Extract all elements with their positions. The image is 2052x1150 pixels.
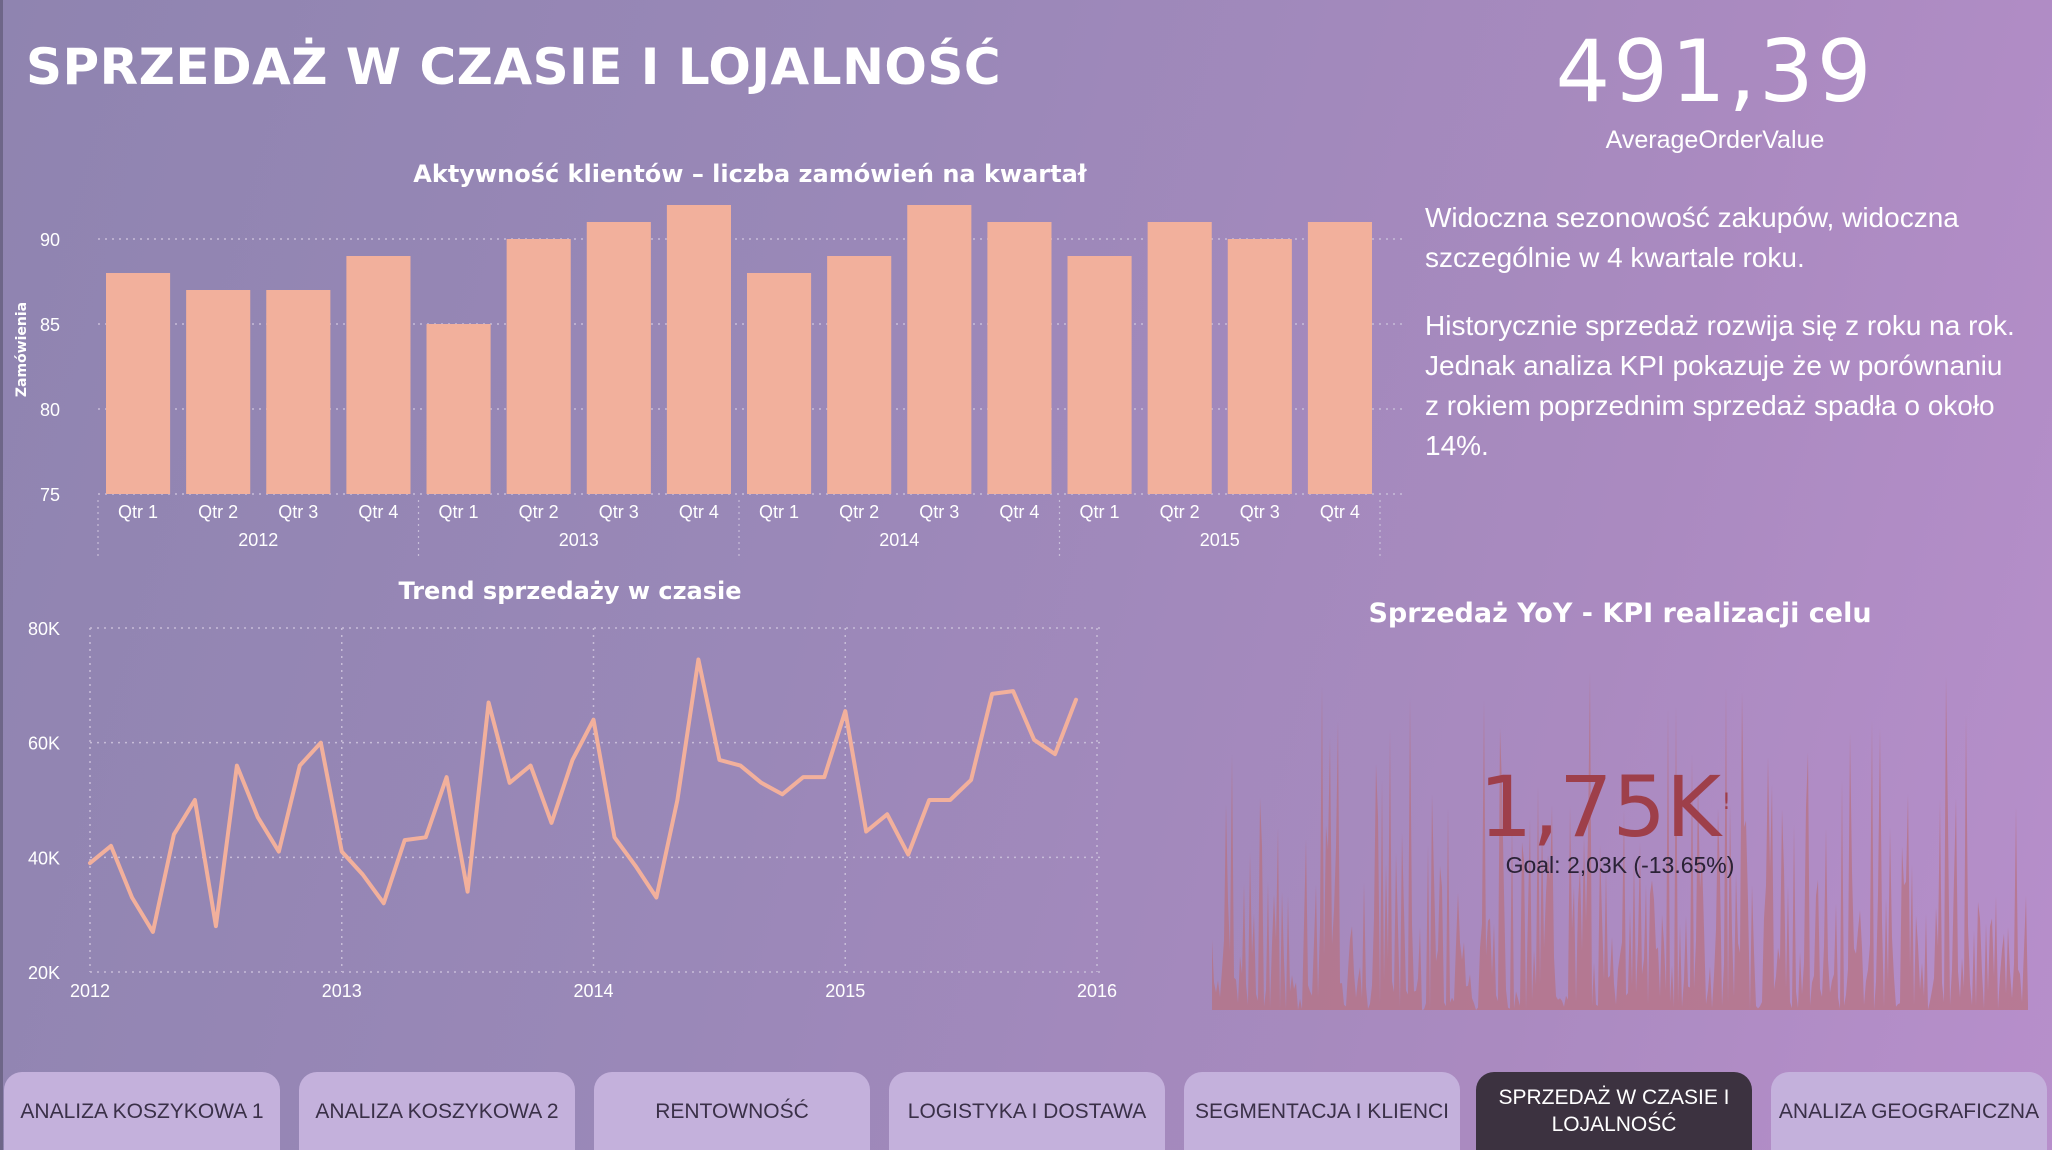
kpi-goal-text: Goal: 2,03K (-13.65%) bbox=[1505, 852, 1735, 878]
nav-analiza-koszykowa-1[interactable]: ANALIZA KOSZYKOWA 1 bbox=[4, 1072, 280, 1150]
kpi-goal-value: 1,75K bbox=[1478, 758, 1722, 856]
nav-logistyka-i-dostawa[interactable]: LOGISTYKA I DOSTAWA bbox=[889, 1072, 1165, 1150]
kpi-trend-area bbox=[1212, 672, 2028, 1010]
nav-rentownosc[interactable]: RENTOWNOŚĆ bbox=[594, 1072, 870, 1150]
nav-analiza-geograficzna[interactable]: ANALIZA GEOGRAFICZNA bbox=[1771, 1072, 2047, 1150]
page-navigation: ANALIZA KOSZYKOWA 1 ANALIZA KOSZYKOWA 2 … bbox=[4, 1072, 2052, 1150]
kpi-warning-indicator: ! bbox=[1722, 790, 1731, 815]
nav-analiza-koszykowa-2[interactable]: ANALIZA KOSZYKOWA 2 bbox=[299, 1072, 575, 1150]
nav-sprzedaz-w-czasie-i-lojalnosc[interactable]: SPRZEDAŻ W CZASIE I LOJALNOŚĆ bbox=[1476, 1072, 1752, 1150]
nav-segmentacja-i-klienci[interactable]: SEGMENTACJA I KLIENCI bbox=[1184, 1072, 1460, 1150]
